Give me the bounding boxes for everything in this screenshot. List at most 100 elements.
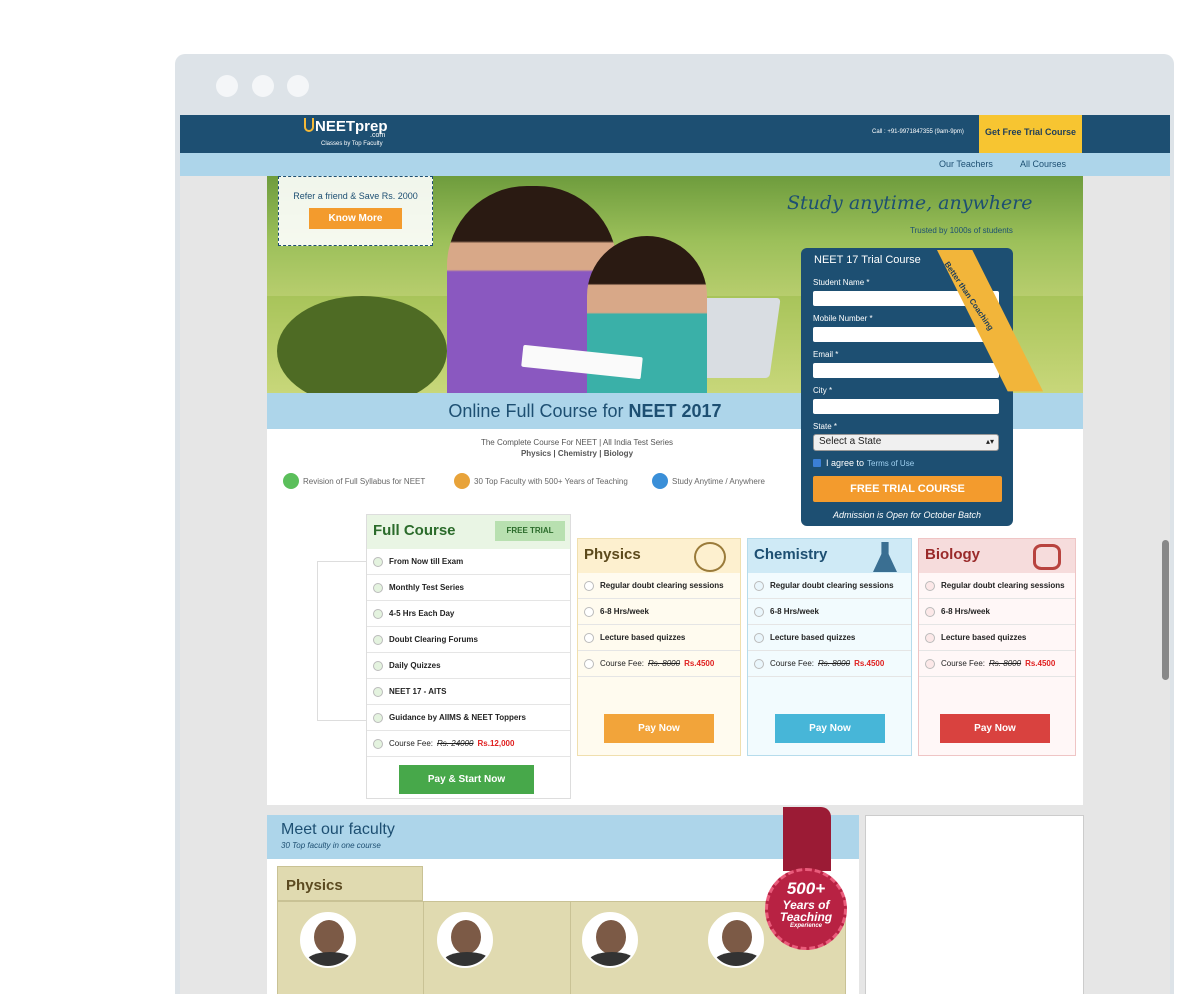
- agree-text: I agree to: [826, 458, 865, 468]
- row-text: 6-8 Hrs/week: [770, 607, 819, 616]
- old-price: Rs. 8000: [818, 659, 851, 668]
- new-price: Rs.12,000: [477, 739, 515, 748]
- circle-icon: [754, 580, 764, 591]
- list-item: Lecture based quizzes: [919, 625, 1075, 651]
- nav-our-teachers[interactable]: Our Teachers: [939, 159, 993, 169]
- fee-label: Course Fee:: [941, 659, 986, 668]
- feature-text: Revision of Full Syllabus for NEET: [303, 476, 426, 486]
- window-minimize-dot[interactable]: [252, 75, 274, 97]
- state-select[interactable]: Select a State ▴▾: [813, 434, 999, 451]
- course-fee-row: Course Fee: Rs. 8000 Rs.4500: [919, 651, 1075, 677]
- faculty-panel: [277, 901, 846, 994]
- chevron-updown-icon: ▴▾: [985, 437, 994, 446]
- intro-line1: The Complete Course For NEET | All India…: [480, 438, 674, 447]
- molecule-icon: [1033, 544, 1061, 570]
- terms-of-use-link[interactable]: Terms of Use: [867, 459, 914, 468]
- browser-window: NEETprep .com Classes by Top Faculty Cal…: [175, 54, 1174, 994]
- window-close-dot[interactable]: [216, 75, 238, 97]
- chemistry-course-card: Chemistry Regular doubt clearing session…: [747, 538, 912, 756]
- physics-title: Physics: [584, 546, 641, 563]
- window-maximize-dot[interactable]: [287, 75, 309, 97]
- faculty-avatar[interactable]: [708, 912, 764, 968]
- top-header: NEETprep .com Classes by Top Faculty Cal…: [180, 115, 1170, 153]
- faculty-title: Meet our faculty: [281, 821, 395, 838]
- agree-checkbox[interactable]: [813, 459, 821, 467]
- faculty-avatar[interactable]: [437, 912, 493, 968]
- list-item: Guidance by AIIMS & NEET Toppers: [367, 705, 570, 731]
- nav-all-courses[interactable]: All Courses: [1020, 159, 1066, 169]
- course-fee-row: Course Fee: Rs. 24000 Rs.12,000: [367, 731, 570, 757]
- atom-icon: [694, 542, 726, 572]
- avatar-head: [722, 920, 752, 954]
- new-price: Rs.4500: [854, 659, 885, 668]
- scrollbar-thumb[interactable]: [1162, 540, 1169, 680]
- biology-header: Biology: [919, 539, 1075, 573]
- list-item: From Now till Exam: [367, 549, 570, 575]
- row-text: Regular doubt clearing sessions: [600, 581, 724, 590]
- fee-label: Course Fee:: [389, 739, 434, 748]
- row-text: Lecture based quizzes: [770, 633, 856, 642]
- list-item: Monthly Test Series: [367, 575, 570, 601]
- physics-pay-now-button[interactable]: Pay Now: [604, 714, 714, 743]
- circle-icon: [754, 632, 764, 643]
- full-course-title: Full Course: [373, 522, 456, 539]
- faculty-header: Meet our faculty 30 Top faculty in one c…: [267, 815, 859, 859]
- row-text: Daily Quizzes: [389, 661, 441, 670]
- circle-icon: [925, 658, 935, 669]
- new-price: Rs.4500: [684, 659, 715, 668]
- tab-physics[interactable]: Physics: [277, 866, 423, 901]
- neetprep-logo[interactable]: NEETprep .com: [304, 118, 388, 139]
- row-text: Lecture based quizzes: [941, 633, 1027, 642]
- course-fee-row: Course Fee: Rs. 8000 Rs.4500: [748, 651, 911, 677]
- list-item: 4-5 Hrs Each Day: [367, 601, 570, 627]
- badge-number: 500+: [786, 879, 826, 898]
- list-item: 6-8 Hrs/week: [919, 599, 1075, 625]
- circle-icon: [584, 632, 594, 643]
- badge-icon: [652, 473, 668, 489]
- feature-text: Study Anytime / Anywhere: [672, 476, 765, 486]
- faculty-avatar[interactable]: [582, 912, 638, 968]
- circle-icon: [373, 738, 383, 749]
- avatar-shoulders: [306, 952, 354, 966]
- list-item: 6-8 Hrs/week: [748, 599, 911, 625]
- get-free-trial-button[interactable]: Get Free Trial Course: [979, 115, 1082, 153]
- row-text: 4-5 Hrs Each Day: [389, 609, 455, 618]
- avatar-head: [451, 920, 481, 954]
- email-input[interactable]: [813, 363, 999, 378]
- physics-header: Physics: [578, 539, 740, 573]
- faculty-avatar[interactable]: [300, 912, 356, 968]
- row-text: Regular doubt clearing sessions: [941, 581, 1065, 590]
- biology-pay-now-button[interactable]: Pay Now: [940, 714, 1050, 743]
- city-label: City *: [813, 386, 833, 395]
- chemistry-pay-now-button[interactable]: Pay Now: [775, 714, 885, 743]
- feature-faculty: 30 Top Faculty with 500+ Years of Teachi…: [454, 473, 628, 489]
- circle-icon: [584, 580, 594, 591]
- mobile-input[interactable]: [813, 327, 999, 342]
- logo-suffix: .com: [370, 132, 386, 139]
- city-input[interactable]: [813, 399, 999, 414]
- feature-anytime: Study Anytime / Anywhere: [652, 473, 765, 489]
- state-select-value: Select a State: [819, 436, 882, 447]
- free-trial-course-button[interactable]: FREE TRIAL COURSE: [813, 476, 1002, 502]
- divider: [423, 902, 424, 994]
- avatar-shoulders: [714, 952, 762, 966]
- form-title: NEET 17 Trial Course: [814, 254, 921, 266]
- old-price: Rs. 24000: [437, 739, 474, 748]
- state-label: State *: [813, 422, 838, 431]
- circle-icon: [584, 606, 594, 617]
- avatar-head: [314, 920, 344, 954]
- circle-icon: [373, 556, 383, 567]
- mobile-label: Mobile Number *: [813, 314, 873, 323]
- call-number: Call : +91-9971847355 (9am-9pm): [872, 129, 964, 135]
- know-more-button[interactable]: Know More: [309, 208, 402, 229]
- row-text: 6-8 Hrs/week: [941, 607, 990, 616]
- chemistry-header: Chemistry: [748, 539, 911, 573]
- sub-navigation: Our Teachers All Courses: [180, 153, 1170, 176]
- list-item: 6-8 Hrs/week: [578, 599, 740, 625]
- experience-badge: 500+ Years of Teaching Experience: [765, 868, 847, 950]
- free-trial-badge: FREE TRIAL: [495, 521, 565, 541]
- flask-icon: [873, 542, 897, 572]
- pay-start-now-button[interactable]: Pay & Start Now: [399, 765, 534, 794]
- row-text: Guidance by AIIMS & NEET Toppers: [389, 713, 526, 722]
- feature-text: 30 Top Faculty with 500+ Years of Teachi…: [474, 476, 628, 486]
